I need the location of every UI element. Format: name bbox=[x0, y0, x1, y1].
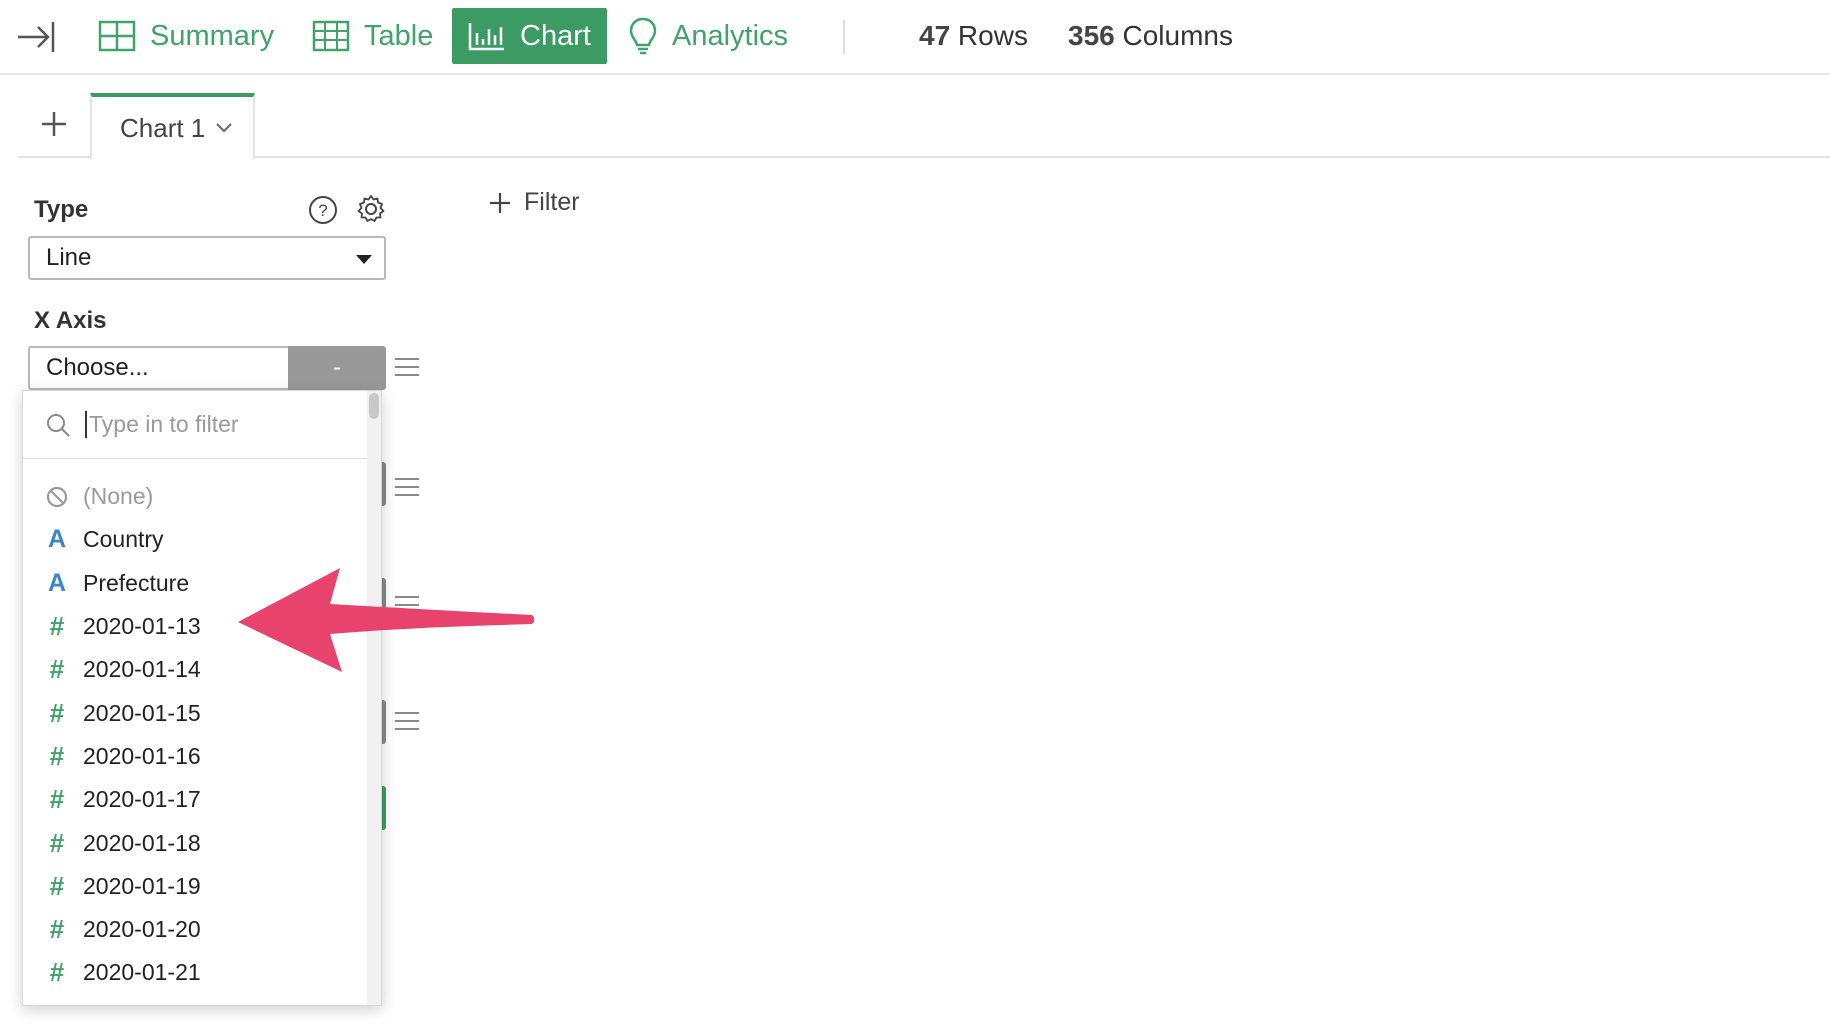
dropdown-item-label: 2020-01-21 bbox=[83, 959, 201, 986]
chart-type-select[interactable]: Line bbox=[28, 236, 386, 280]
dropdown-scrollbar[interactable] bbox=[367, 391, 381, 1005]
table-tab-label: Table bbox=[364, 19, 434, 52]
caret-down-icon bbox=[356, 255, 372, 264]
dropdown-item-label: Prefecture bbox=[83, 569, 190, 596]
analytics-tab[interactable]: Analytics bbox=[628, 8, 788, 64]
dropdown-item-date-column[interactable]: # 2020-01-22 bbox=[23, 995, 369, 1005]
bar-chart-icon bbox=[468, 23, 505, 51]
dropdown-item-label: 2020-01-16 bbox=[83, 742, 201, 769]
number-type-icon: # bbox=[49, 611, 65, 642]
x-axis-aggregation-label: - bbox=[333, 354, 341, 381]
rows-count-value: 47 bbox=[919, 20, 951, 51]
svg-text:?: ? bbox=[318, 201, 327, 220]
dropdown-item-date-column[interactable]: # 2020-01-18 bbox=[23, 821, 369, 864]
dropdown-item-date-column[interactable]: # 2020-01-21 bbox=[23, 951, 369, 994]
number-type-icon: # bbox=[49, 654, 65, 685]
dropdown-filter-input[interactable] bbox=[85, 411, 345, 438]
chart-type-value: Line bbox=[46, 244, 92, 271]
plus-icon bbox=[42, 112, 66, 136]
search-icon bbox=[47, 413, 70, 437]
add-filter-label: Filter bbox=[524, 188, 580, 216]
number-type-icon: # bbox=[49, 697, 65, 728]
toolbar-divider bbox=[843, 20, 845, 54]
dropdown-item-label: 2020-01-17 bbox=[83, 786, 201, 813]
x-axis-column-select[interactable]: Choose... bbox=[28, 346, 288, 390]
dropdown-item-label: (None) bbox=[83, 483, 154, 510]
tab-chart-1-label: Chart 1 bbox=[120, 112, 206, 143]
dropdown-item-date-column[interactable]: # 2020-01-15 bbox=[23, 691, 369, 734]
chart-tab-label: Chart bbox=[520, 19, 591, 52]
plus-icon bbox=[490, 192, 510, 213]
options-menu-icon[interactable] bbox=[395, 478, 419, 502]
chevron-down-icon[interactable] bbox=[215, 122, 233, 134]
number-type-icon: # bbox=[49, 784, 65, 815]
x-axis-column-value: Choose... bbox=[46, 354, 149, 381]
tab-chart-1[interactable]: Chart 1 bbox=[90, 93, 255, 159]
table-tab[interactable]: Table bbox=[312, 8, 433, 64]
number-type-icon: # bbox=[49, 957, 65, 988]
number-type-icon: # bbox=[49, 827, 65, 858]
collapse-panel-icon[interactable] bbox=[16, 16, 56, 58]
rows-count: 47 Rows bbox=[919, 20, 1028, 52]
string-type-icon: A bbox=[47, 525, 67, 554]
add-tab-button[interactable] bbox=[36, 106, 72, 142]
dropdown-search bbox=[23, 391, 369, 459]
dropdown-item-label: Country bbox=[83, 526, 164, 553]
summary-tab[interactable]: Summary bbox=[98, 8, 274, 64]
none-icon bbox=[46, 486, 68, 507]
x-axis-aggregation-button[interactable]: - bbox=[288, 346, 386, 390]
annotation-arrow bbox=[238, 568, 535, 672]
analytics-tab-label: Analytics bbox=[672, 19, 789, 52]
type-label: Type bbox=[34, 196, 89, 223]
string-type-icon: A bbox=[47, 568, 67, 597]
dropdown-item-label: 2020-01-15 bbox=[83, 699, 201, 726]
number-type-icon: # bbox=[49, 870, 65, 901]
lightbulb-icon bbox=[629, 17, 657, 55]
chart-tabs-bar: Chart 1 bbox=[18, 92, 1830, 159]
x-axis-options-menu-icon[interactable] bbox=[395, 358, 419, 382]
chart-tab[interactable]: Chart bbox=[452, 8, 607, 64]
dropdown-scrollbar-thumb[interactable] bbox=[369, 393, 379, 419]
dropdown-item-date-column[interactable]: # 2020-01-19 bbox=[23, 865, 369, 908]
dropdown-item-label: 2020-01-22 bbox=[83, 1003, 201, 1005]
dropdown-item-date-column[interactable]: # 2020-01-20 bbox=[23, 908, 369, 951]
number-type-icon: # bbox=[49, 914, 65, 945]
dropdown-item-date-column[interactable]: # 2020-01-16 bbox=[23, 735, 369, 778]
dropdown-item-date-column[interactable]: # 2020-01-17 bbox=[23, 778, 369, 821]
column-dropdown: (None) A Country A Prefecture # 2020-01-… bbox=[22, 390, 382, 1006]
dropdown-list: (None) A Country A Prefecture # 2020-01-… bbox=[23, 475, 369, 1005]
dropdown-item-label: 2020-01-18 bbox=[83, 829, 201, 856]
table-grid-icon bbox=[312, 20, 350, 52]
summary-grid-icon bbox=[98, 20, 136, 52]
summary-tab-label: Summary bbox=[150, 19, 275, 52]
number-type-icon: # bbox=[43, 1001, 71, 1005]
dropdown-item-label: 2020-01-14 bbox=[83, 656, 201, 683]
dropdown-item-label: 2020-01-20 bbox=[83, 916, 201, 943]
help-icon[interactable]: ? bbox=[308, 195, 338, 230]
x-axis-label: X Axis bbox=[34, 307, 107, 334]
top-toolbar: Summary Table Chart Analytics 47 Rows 35… bbox=[0, 0, 1830, 75]
dropdown-item-label: 2020-01-19 bbox=[83, 872, 201, 899]
columns-count: 356 Columns bbox=[1068, 20, 1233, 52]
add-filter-button[interactable]: Filter bbox=[488, 188, 580, 217]
columns-count-label: Columns bbox=[1114, 20, 1233, 51]
dropdown-item-country[interactable]: A Country bbox=[23, 518, 369, 561]
dropdown-item-label: 2020-01-13 bbox=[83, 613, 201, 640]
rows-count-label: Rows bbox=[950, 20, 1028, 51]
gear-icon[interactable] bbox=[356, 194, 386, 229]
columns-count-value: 356 bbox=[1068, 20, 1115, 51]
dropdown-item-none[interactable]: (None) bbox=[23, 475, 369, 518]
options-menu-icon[interactable] bbox=[395, 712, 419, 736]
number-type-icon: # bbox=[49, 740, 65, 771]
